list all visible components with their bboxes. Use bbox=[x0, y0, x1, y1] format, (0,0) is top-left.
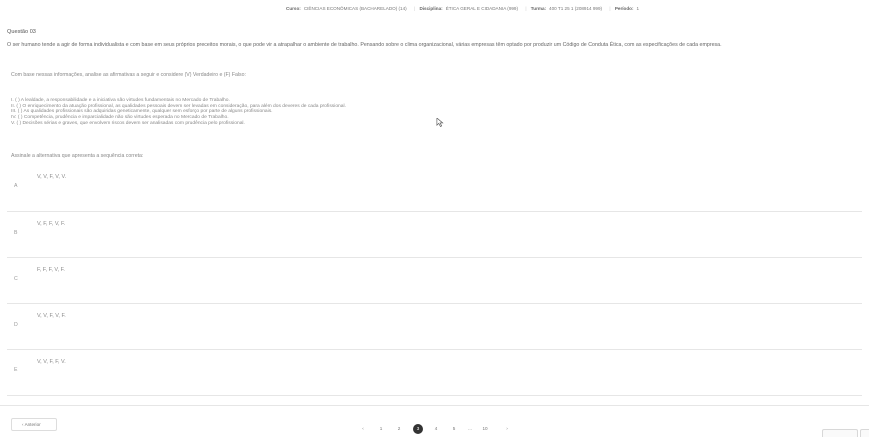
previous-label: Anterior bbox=[24, 422, 41, 427]
option-divider bbox=[7, 395, 862, 396]
option-letter: C bbox=[14, 276, 18, 282]
footer-action-button[interactable] bbox=[860, 429, 869, 437]
option-d[interactable]: V, V, F, V, F. D bbox=[7, 308, 862, 352]
chevron-left-icon: ‹ bbox=[22, 422, 24, 427]
affirmatives-list: I. ( ) A lealdade, a responsabilidade e … bbox=[11, 98, 346, 127]
turma-value: 400 T1 25 1 (208914 999) bbox=[549, 6, 603, 11]
page-link[interactable]: 10 bbox=[480, 424, 490, 434]
previous-button[interactable]: ‹ Anterior bbox=[11, 418, 57, 431]
footer-divider bbox=[0, 405, 869, 406]
option-divider bbox=[7, 211, 862, 212]
option-text: V, F, F, V, F. bbox=[37, 221, 66, 227]
option-letter: A bbox=[14, 183, 18, 189]
disciplina-label: Disciplina: bbox=[419, 6, 443, 11]
option-text: V, V, F, F, V. bbox=[37, 359, 66, 365]
page-link[interactable]: 2 bbox=[394, 424, 404, 434]
affirmative-item: V. ( ) Decisões sérias e graves, que env… bbox=[11, 120, 245, 126]
question-statement: O ser humano tende a agir de forma indiv… bbox=[7, 42, 722, 48]
curso-label: Curso: bbox=[286, 6, 301, 11]
course-header: Curso: CIÊNCIAS ECONÔMICAS (BACHARELADO) … bbox=[286, 6, 640, 11]
option-divider bbox=[7, 303, 862, 304]
option-letter: B bbox=[14, 230, 18, 236]
cursor-arrow-icon bbox=[436, 118, 444, 127]
page-link[interactable]: 5 bbox=[449, 424, 459, 434]
question-title: Questão 03 bbox=[7, 29, 36, 35]
pagination-prev-icon[interactable]: ‹ bbox=[358, 424, 368, 434]
option-letter: E bbox=[14, 367, 18, 373]
option-divider bbox=[7, 257, 862, 258]
footer-action-button[interactable] bbox=[822, 429, 858, 437]
turma-label: Turma: bbox=[530, 6, 547, 11]
option-divider bbox=[7, 349, 862, 350]
option-a[interactable]: V, V, F, V, V. A bbox=[7, 170, 862, 214]
page-link[interactable]: 4 bbox=[431, 424, 441, 434]
option-text: V, V, F, V, F. bbox=[37, 313, 66, 319]
question-intro: Com base nessas informações, analise as … bbox=[11, 72, 246, 78]
periodo-value: 1 bbox=[636, 6, 640, 11]
periodo-label: Período: bbox=[614, 6, 634, 11]
page-link-active[interactable]: 3 bbox=[413, 424, 423, 434]
question-prompt: Assinale a alternativa que apresenta a s… bbox=[11, 153, 144, 159]
pagination-next-icon[interactable]: › bbox=[502, 424, 512, 434]
page-link[interactable]: 1 bbox=[376, 424, 386, 434]
option-letter: D bbox=[14, 322, 18, 328]
option-e[interactable]: V, V, F, F, V. E bbox=[7, 354, 862, 398]
option-b[interactable]: V, F, F, V, F. B bbox=[7, 216, 862, 260]
option-text: F, F, F, V, F. bbox=[37, 267, 65, 273]
curso-value: CIÊNCIAS ECONÔMICAS (BACHARELADO) (14) bbox=[303, 6, 407, 11]
disciplina-value: ÉTICA GERAL E CIDADANIA (999) bbox=[445, 6, 519, 11]
option-text: V, V, F, V, V. bbox=[37, 174, 67, 180]
option-c[interactable]: F, F, F, V, F. C bbox=[7, 262, 862, 306]
page-ellipsis: ... bbox=[468, 426, 472, 431]
